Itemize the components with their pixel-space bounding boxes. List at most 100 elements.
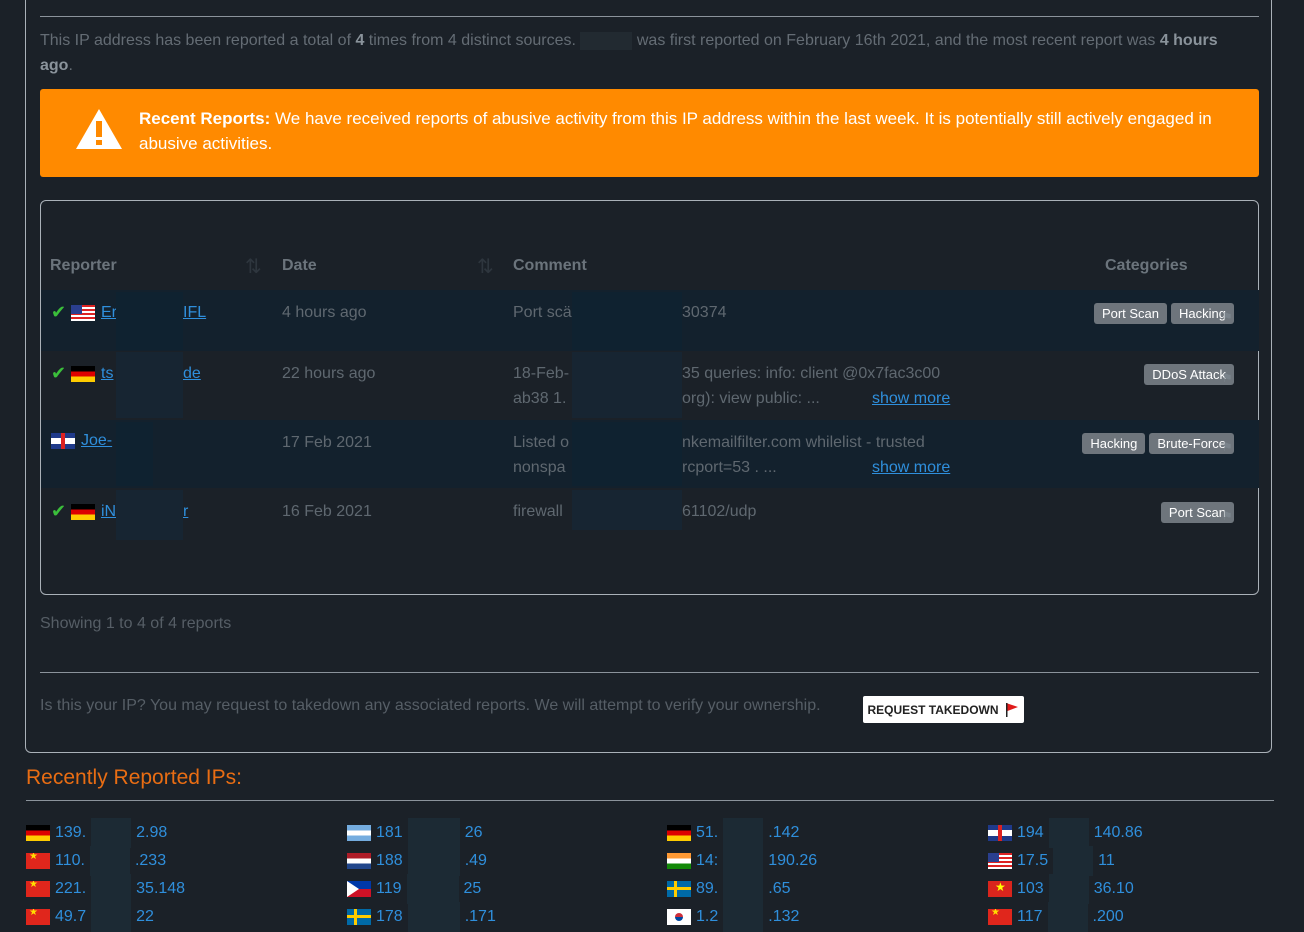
recent-ip-link[interactable]: 103 [1017, 880, 1044, 898]
recent-ip-item[interactable]: 110. .233 [26, 846, 166, 876]
cn-flag-icon [26, 881, 50, 897]
ar-flag-icon [347, 825, 371, 841]
redaction [723, 818, 764, 848]
recent-ip-link[interactable]: 2.98 [136, 824, 167, 842]
recent-ip-link[interactable]: 17.5 [1017, 852, 1048, 870]
recent-ip-link[interactable]: 117 [1017, 908, 1043, 926]
sort-icon[interactable]: ⇅ [477, 254, 494, 279]
report-comment: nonspa [513, 459, 566, 476]
recent-ip-link[interactable]: .142 [768, 824, 799, 842]
alert-text: We have received reports of abusive acti… [139, 109, 1212, 153]
recent-ip-item[interactable]: 14: 190.26 [667, 846, 817, 876]
recent-ip-item[interactable]: 194 140.86 [988, 818, 1143, 848]
takedown-button-label: REQUEST TAKEDOWN [867, 702, 999, 717]
recent-ip-link[interactable]: 35.148 [136, 880, 185, 898]
recent-ip-link[interactable]: 188 [376, 852, 403, 870]
recent-ip-link[interactable]: 36.10 [1094, 880, 1134, 898]
recent-ip-link[interactable]: 139. [55, 824, 86, 842]
recent-ip-item[interactable]: 1.2 .132 [667, 902, 799, 932]
recent-ip-link[interactable]: 89. [696, 880, 718, 898]
redaction [723, 846, 764, 876]
recent-ip-item[interactable]: 139. 2.98 [26, 818, 167, 848]
recent-ip-link[interactable]: 194 [1017, 824, 1044, 842]
redaction [91, 874, 132, 904]
report-flag-icon[interactable]: ⚑ [1222, 310, 1233, 324]
reporter-cell: ✔ iN [51, 501, 116, 522]
recent-ip-link[interactable]: 14: [696, 852, 718, 870]
redaction [723, 902, 764, 932]
summary-text: This IP address has been reported a tota… [40, 32, 356, 49]
reporter-link[interactable]: r [183, 499, 188, 524]
warning-icon [76, 109, 122, 149]
recent-ip-item[interactable]: 17.5 11 [988, 846, 1115, 876]
recent-ip-link[interactable]: 221. [55, 880, 86, 898]
recent-ip-item[interactable]: 103 36.10 [988, 874, 1134, 904]
recent-ip-item[interactable]: 89. .65 [667, 874, 791, 904]
report-date: 17 Feb 2021 [282, 434, 372, 451]
recent-ip-link[interactable]: .233 [135, 852, 166, 870]
cn-flag-icon [26, 909, 50, 925]
category-badge[interactable]: Port Scan [1093, 303, 1168, 324]
reporter-link[interactable]: Er [101, 304, 117, 322]
redaction [572, 422, 682, 486]
recent-ip-link[interactable]: .65 [768, 880, 790, 898]
category-badge[interactable]: DDoS Attack [1144, 364, 1234, 385]
recent-ip-link[interactable]: 181 [376, 824, 403, 842]
recent-ip-link[interactable]: 49.7 [55, 908, 86, 926]
recent-ip-link[interactable]: 110. [55, 852, 85, 870]
recent-ip-link[interactable]: 25 [464, 880, 482, 898]
verified-check-icon: ✔ [51, 302, 67, 322]
recent-ip-link[interactable]: 140.86 [1094, 824, 1143, 842]
recent-ip-link[interactable]: .171 [465, 908, 496, 926]
recent-ip-item[interactable]: 51. .142 [667, 818, 799, 848]
recent-ip-link[interactable]: 11 [1098, 852, 1115, 870]
recent-ip-link[interactable]: .49 [465, 852, 487, 870]
redaction [723, 874, 764, 904]
col-header-date[interactable]: Date [282, 257, 317, 275]
table-info: Showing 1 to 4 of 4 reports [40, 615, 232, 632]
request-takedown-button[interactable]: REQUEST TAKEDOWN [863, 696, 1024, 723]
recent-ip-item[interactable]: 188.49 [347, 846, 487, 876]
recent-ip-link[interactable]: .132 [768, 908, 799, 926]
recent-ip-link[interactable]: 178 [376, 908, 403, 926]
reporter-link[interactable]: iN [101, 503, 116, 521]
reporter-link[interactable]: ts [101, 365, 113, 383]
show-more-link[interactable]: show more [872, 386, 950, 411]
sort-icon[interactable]: ⇅ [245, 254, 262, 279]
reporter-link[interactable]: Joe- [81, 432, 112, 450]
reporter-cell: ✔ ts [51, 363, 113, 384]
recent-ip-item[interactable]: 117 .200 [988, 902, 1124, 932]
flag-icon [1005, 702, 1018, 717]
recent-ip-item[interactable]: 221. 35.148 [26, 874, 185, 904]
show-more-link[interactable]: show more [872, 455, 950, 480]
recent-ip-item[interactable]: 178 .171 [347, 902, 496, 932]
report-flag-icon[interactable]: ⚑ [1222, 440, 1233, 454]
recent-ip-link[interactable]: 1.2 [696, 908, 718, 926]
col-header-reporter[interactable]: Reporter [50, 257, 117, 275]
reporter-link[interactable]: de [183, 361, 201, 386]
recent-ip-link[interactable]: 22 [136, 908, 154, 926]
recent-ip-link[interactable]: 26 [465, 824, 483, 842]
redacted-ip [580, 31, 633, 50]
report-flag-icon[interactable]: ⚑ [1222, 509, 1233, 523]
report-comment: 30374 [682, 304, 727, 321]
redaction [116, 422, 153, 486]
category-badge[interactable]: Hacking [1082, 433, 1146, 454]
recent-ip-link[interactable]: 119 [376, 880, 402, 898]
reporter-link[interactable]: IFL [183, 300, 206, 325]
redaction [116, 490, 183, 540]
takedown-divider [40, 672, 1259, 673]
recent-ip-item[interactable]: 119 25 [347, 874, 481, 904]
report-date: 4 hours ago [282, 304, 367, 321]
recent-ip-item[interactable]: 181 26 [347, 818, 483, 848]
report-comment: 18-Feb- [513, 365, 570, 382]
recent-ip-item[interactable]: 49.7 22 [26, 902, 154, 932]
report-flag-icon[interactable]: ⚑ [1222, 371, 1233, 385]
recent-ip-link[interactable]: 51. [696, 824, 718, 842]
redaction [572, 352, 682, 418]
se-flag-icon [667, 881, 691, 897]
redaction [572, 490, 682, 530]
recent-ip-link[interactable]: 190.26 [768, 852, 817, 870]
recent-ip-link[interactable]: .200 [1093, 908, 1124, 926]
gb-flag-icon [988, 825, 1012, 841]
